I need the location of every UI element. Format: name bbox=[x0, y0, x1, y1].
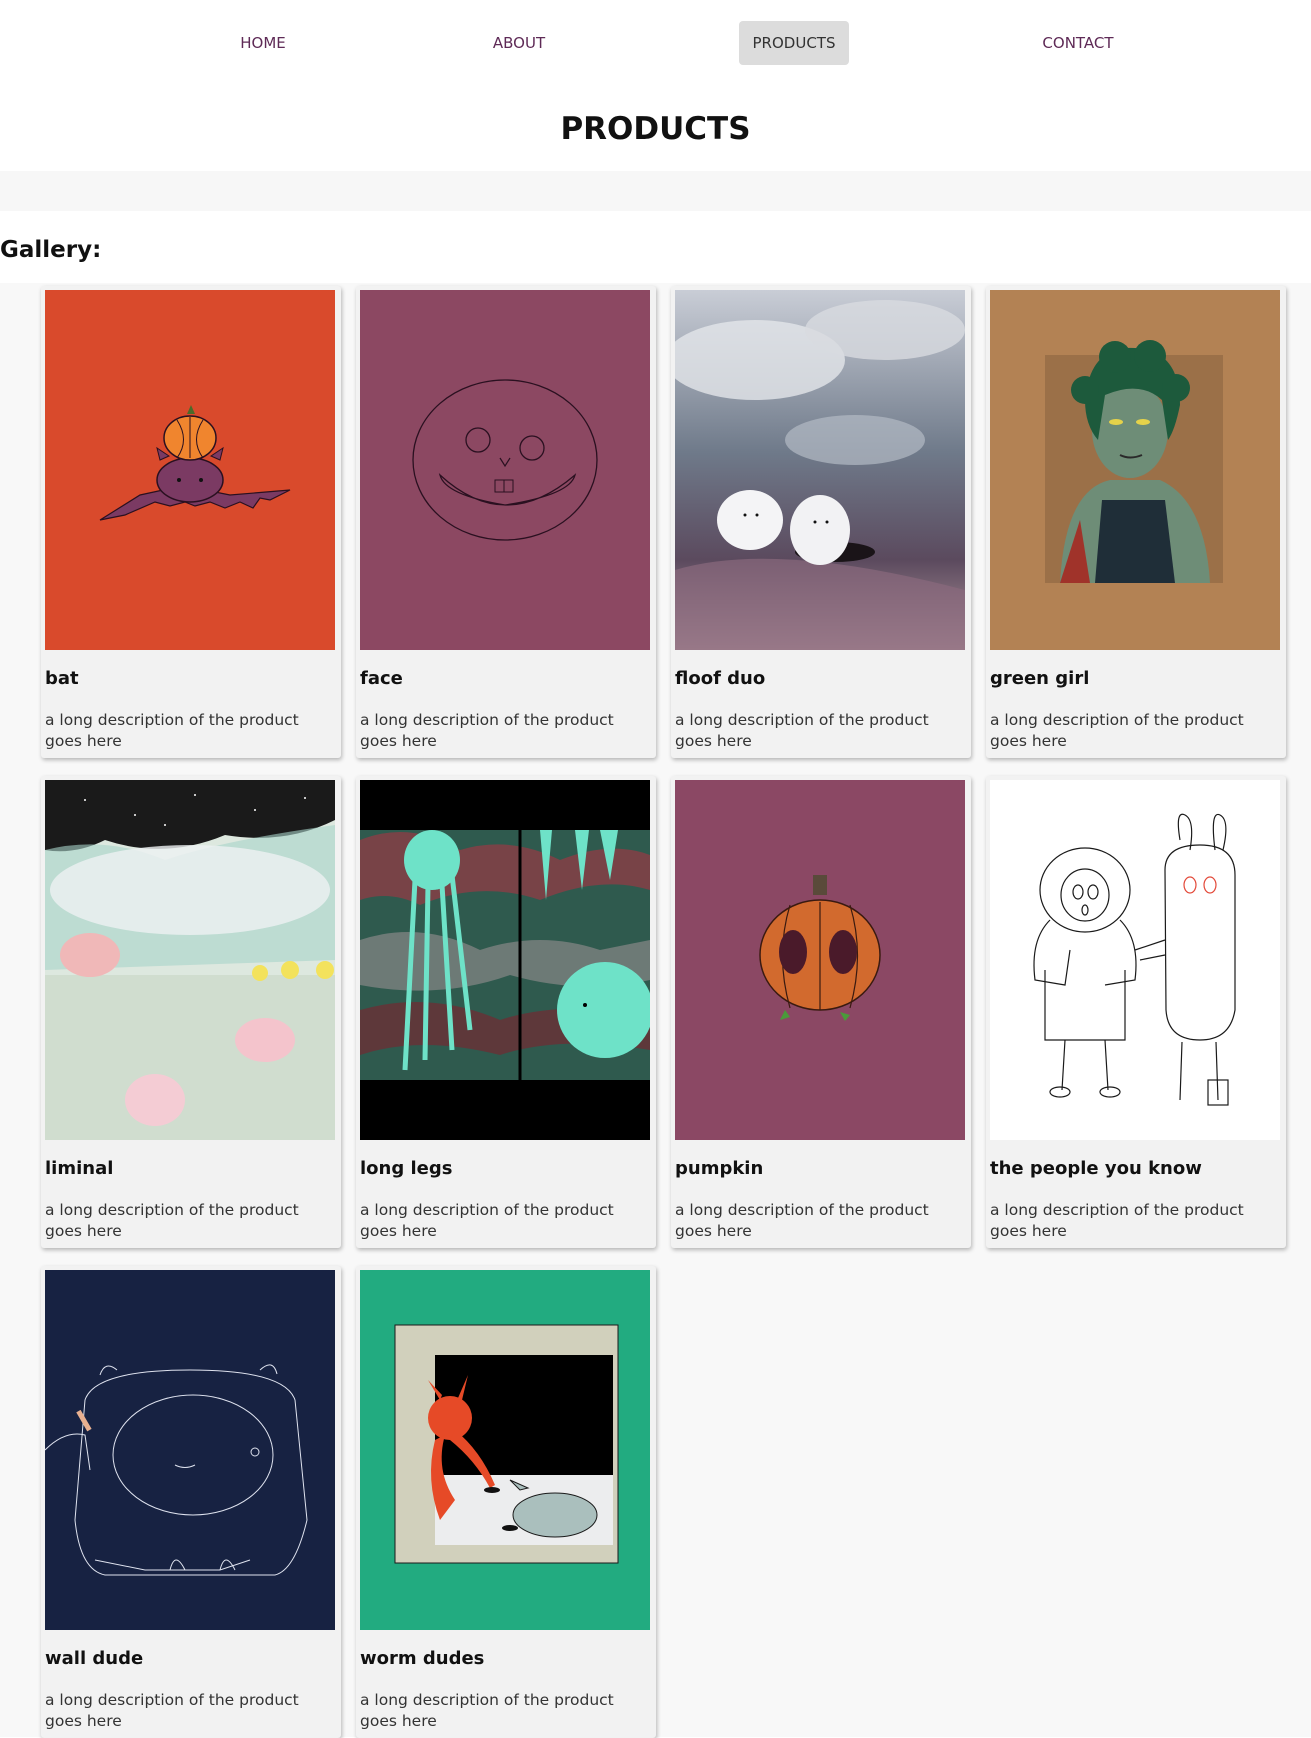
product-description: a long description of the product goes h… bbox=[45, 711, 299, 750]
liminal-creatures-painting bbox=[45, 780, 335, 1140]
product-description: a long description of the product goes h… bbox=[360, 711, 614, 750]
product-card-wall-dude[interactable]: wall dude a long description of the prod… bbox=[41, 1266, 341, 1738]
gallery-heading: Gallery: bbox=[0, 237, 102, 263]
product-card-liminal[interactable]: liminal a long description of the produc… bbox=[41, 776, 341, 1248]
product-description: a long description of the product goes h… bbox=[45, 1201, 299, 1240]
product-description: a long description of the product goes h… bbox=[360, 1201, 614, 1240]
product-card-the-people-you-know[interactable]: the people you know a long description o… bbox=[986, 776, 1286, 1248]
product-card-green-girl[interactable]: green girl a long description of the pro… bbox=[986, 286, 1286, 758]
main-nav: HOME ABOUT PRODUCTS CONTACT bbox=[0, 21, 1311, 65]
product-description: a long description of the product goes h… bbox=[45, 1691, 299, 1730]
product-card-long-legs[interactable]: long legs a long description of the prod… bbox=[356, 776, 656, 1248]
product-title: floof duo bbox=[675, 668, 766, 689]
nav-products-link[interactable]: PRODUCTS bbox=[739, 21, 849, 65]
product-title: pumpkin bbox=[675, 1158, 764, 1179]
wall-creature-line-drawing bbox=[45, 1270, 335, 1630]
product-title: worm dudes bbox=[360, 1648, 485, 1669]
product-description: a long description of the product goes h… bbox=[675, 711, 929, 750]
product-title: face bbox=[360, 668, 403, 689]
page-title: PRODUCTS bbox=[560, 111, 751, 147]
product-card-floof-duo[interactable]: floof duo a long description of the prod… bbox=[671, 286, 971, 758]
product-description: a long description of the product goes h… bbox=[990, 1201, 1244, 1240]
product-title: liminal bbox=[45, 1158, 114, 1179]
product-card-bat[interactable]: bat a long description of the product go… bbox=[41, 286, 341, 758]
product-title: wall dude bbox=[45, 1648, 144, 1669]
product-title: the people you know bbox=[990, 1158, 1202, 1179]
bat-pumpkin-illustration bbox=[45, 290, 335, 650]
smiling-face-illustration bbox=[360, 290, 650, 650]
divider-band bbox=[0, 171, 1311, 211]
pumpkin-illustration bbox=[675, 780, 965, 1140]
product-title: long legs bbox=[360, 1158, 453, 1179]
product-description: a long description of the product goes h… bbox=[990, 711, 1244, 750]
green-girl-portrait bbox=[990, 290, 1280, 650]
nav-about-link[interactable]: ABOUT bbox=[484, 21, 554, 65]
product-card-face[interactable]: face a long description of the product g… bbox=[356, 286, 656, 758]
product-description: a long description of the product goes h… bbox=[360, 1691, 614, 1730]
product-card-worm-dudes[interactable]: worm dudes a long description of the pro… bbox=[356, 1266, 656, 1738]
product-card-pumpkin[interactable]: pumpkin a long description of the produc… bbox=[671, 776, 971, 1248]
worm-creatures-illustration bbox=[360, 1270, 650, 1630]
nav-contact-link[interactable]: CONTACT bbox=[1033, 21, 1123, 65]
product-title: bat bbox=[45, 668, 79, 689]
long-legs-creature-illustration bbox=[360, 780, 650, 1140]
nav-home-link[interactable]: HOME bbox=[228, 21, 298, 65]
product-title: green girl bbox=[990, 668, 1090, 689]
line-drawing-characters bbox=[990, 780, 1280, 1140]
product-description: a long description of the product goes h… bbox=[675, 1201, 929, 1240]
fluffy-creatures-painting bbox=[675, 290, 965, 650]
